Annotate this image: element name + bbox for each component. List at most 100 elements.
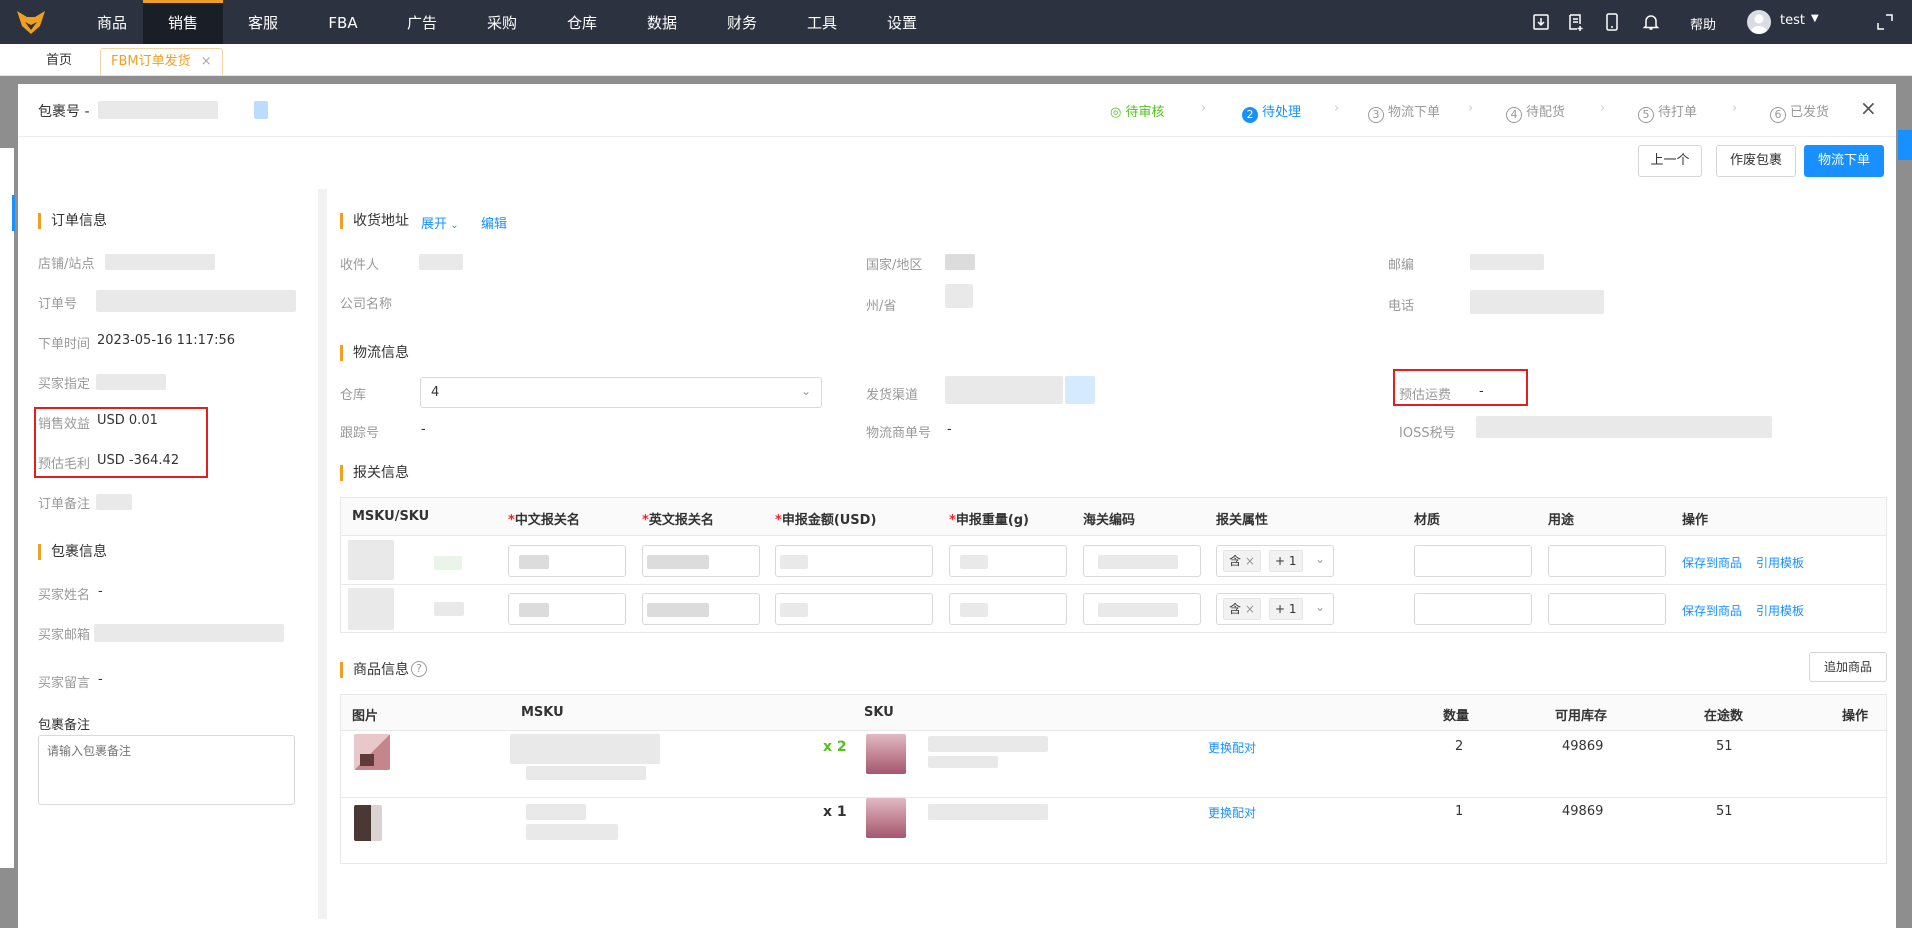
attr-tag-more: + 1: [1269, 550, 1303, 572]
mobile-icon[interactable]: [1601, 11, 1623, 33]
step-shipped[interactable]: 6 已发货: [1770, 101, 1829, 123]
download-icon[interactable]: [1530, 11, 1552, 33]
nav-item-data[interactable]: 数据: [632, 0, 692, 44]
fullscreen-icon[interactable]: [1874, 11, 1896, 33]
warehouse-select[interactable]: 4 ⌄: [420, 377, 822, 408]
company-label: 公司名称: [340, 297, 393, 312]
nav-item-fba[interactable]: FBA: [312, 0, 374, 44]
nav-item-ads[interactable]: 广告: [392, 0, 452, 44]
step-pending-process[interactable]: 2 待处理: [1242, 101, 1301, 123]
quantity-badge: x 1: [823, 804, 847, 820]
nav-item-settings[interactable]: 设置: [872, 0, 932, 44]
product-thumbnail[interactable]: [354, 734, 390, 770]
goods-heading: 商品信息: [340, 662, 409, 678]
list-add-icon[interactable]: [1565, 11, 1587, 33]
close-icon[interactable]: ×: [1245, 554, 1255, 568]
en-name-input[interactable]: [642, 545, 760, 577]
package-detail-modal: 包裹号 - ◎ 待审核 › 2 待处理 › 3 物流下单 › 4 待配货 › 5 待打单…: [18, 84, 1896, 928]
tab-home[interactable]: 首页: [46, 48, 72, 76]
close-icon[interactable]: ×: [1245, 602, 1255, 616]
hs-code-input[interactable]: [1083, 593, 1201, 625]
sku-redacted: [928, 736, 1048, 752]
avatar[interactable]: [1747, 10, 1771, 34]
prev-button[interactable]: 上一个: [1638, 145, 1702, 177]
tag-label: 含: [1229, 554, 1242, 568]
step-number: 3: [1368, 107, 1384, 123]
col-action: 操作: [1842, 709, 1869, 724]
chevron-down-icon: ⌄: [447, 220, 459, 231]
col-declared-weight: *申报重量(g): [949, 513, 1030, 528]
nav-item-purchase[interactable]: 采购: [472, 0, 532, 44]
col-action: 操作: [1682, 513, 1709, 528]
bell-icon[interactable]: [1640, 11, 1662, 33]
chevron-right-icon: ›: [1468, 101, 1474, 116]
add-goods-button[interactable]: 追加商品: [1809, 652, 1887, 682]
close-icon[interactable]: ×: [1860, 96, 1877, 120]
sku-redacted: [348, 540, 394, 580]
nav-item-tools[interactable]: 工具: [792, 0, 852, 44]
nav-item-finance[interactable]: 财务: [712, 0, 772, 44]
highlight-box: [34, 407, 208, 478]
step-pending-review[interactable]: ◎ 待审核: [1110, 101, 1165, 120]
fox-logo-icon[interactable]: [14, 8, 48, 36]
material-input[interactable]: [1414, 593, 1532, 625]
close-icon[interactable]: ×: [201, 54, 212, 69]
step-pending-pick[interactable]: 4 待配货: [1506, 101, 1565, 123]
swap-pair-link[interactable]: 更换配对: [1208, 739, 1256, 756]
material-input[interactable]: [1414, 545, 1532, 577]
zip-label: 邮编: [1388, 258, 1415, 273]
declared-amount-input[interactable]: [775, 545, 933, 577]
sku-thumbnail[interactable]: [866, 798, 906, 838]
declared-weight-input[interactable]: [949, 593, 1067, 625]
step-logistics-order[interactable]: 3 物流下单: [1368, 101, 1440, 123]
package-note-textarea[interactable]: [38, 735, 295, 805]
user-name[interactable]: test: [1780, 13, 1805, 28]
hs-code-input[interactable]: [1083, 545, 1201, 577]
attr-tag[interactable]: 含 ×: [1223, 598, 1261, 620]
customs-attr-select[interactable]: 含 × + 1 ⌄: [1216, 593, 1334, 625]
col-material: 材质: [1414, 513, 1441, 528]
nav-item-products[interactable]: 商品: [82, 0, 142, 44]
nav-item-warehouse[interactable]: 仓库: [552, 0, 612, 44]
nav-item-service[interactable]: 客服: [232, 0, 294, 44]
col-msku: MSKU: [521, 705, 564, 720]
edit-link[interactable]: 编辑: [481, 213, 507, 232]
apply-template-link[interactable]: 引用模板: [1756, 602, 1804, 619]
chevron-down-icon[interactable]: ▼: [1811, 13, 1819, 24]
declared-amount-input[interactable]: [775, 593, 933, 625]
step-number: 4: [1506, 107, 1522, 123]
ioss-label: IOSS税号: [1399, 426, 1456, 441]
expand-link[interactable]: 展开 ⌄: [421, 213, 459, 232]
cn-name-input[interactable]: [508, 593, 626, 625]
step-pending-print[interactable]: 5 待打单: [1638, 101, 1697, 123]
product-thumbnail[interactable]: [354, 805, 382, 841]
logistics-order-button[interactable]: 物流下单: [1804, 145, 1884, 177]
package-number-redacted: [98, 101, 218, 119]
customs-attr-select[interactable]: 含 × + 1 ⌄: [1216, 545, 1334, 577]
sku-thumbnail[interactable]: [866, 734, 906, 774]
tag-label: 含: [1229, 602, 1242, 616]
swap-pair-link[interactable]: 更换配对: [1208, 804, 1256, 821]
usage-input[interactable]: [1548, 545, 1666, 577]
recipient-redacted: [419, 254, 463, 270]
declared-weight-input[interactable]: [949, 545, 1067, 577]
nav-item-sales[interactable]: 销售: [143, 0, 223, 44]
cn-name-input[interactable]: [508, 545, 626, 577]
tab-fbm-order[interactable]: FBM订单发货 ×: [100, 48, 223, 76]
void-package-button[interactable]: 作废包裹: [1716, 145, 1796, 177]
address-heading: 收货地址: [340, 213, 409, 229]
nav-item-label: 销售: [167, 14, 198, 32]
usage-input[interactable]: [1548, 593, 1666, 625]
channel-redacted-end: [1065, 376, 1095, 404]
save-to-product-link[interactable]: 保存到商品: [1682, 602, 1742, 619]
apply-template-link[interactable]: 引用模板: [1756, 554, 1804, 571]
help-link[interactable]: 帮助: [1690, 14, 1716, 33]
step-number: 6: [1770, 107, 1786, 123]
col-sku: SKU: [864, 705, 894, 720]
country-redacted: [945, 254, 975, 270]
en-name-input[interactable]: [642, 593, 760, 625]
save-to-product-link[interactable]: 保存到商品: [1682, 554, 1742, 571]
chevron-right-icon: ›: [1201, 101, 1207, 116]
attr-tag[interactable]: 含 ×: [1223, 550, 1261, 572]
help-icon[interactable]: ?: [411, 661, 427, 677]
